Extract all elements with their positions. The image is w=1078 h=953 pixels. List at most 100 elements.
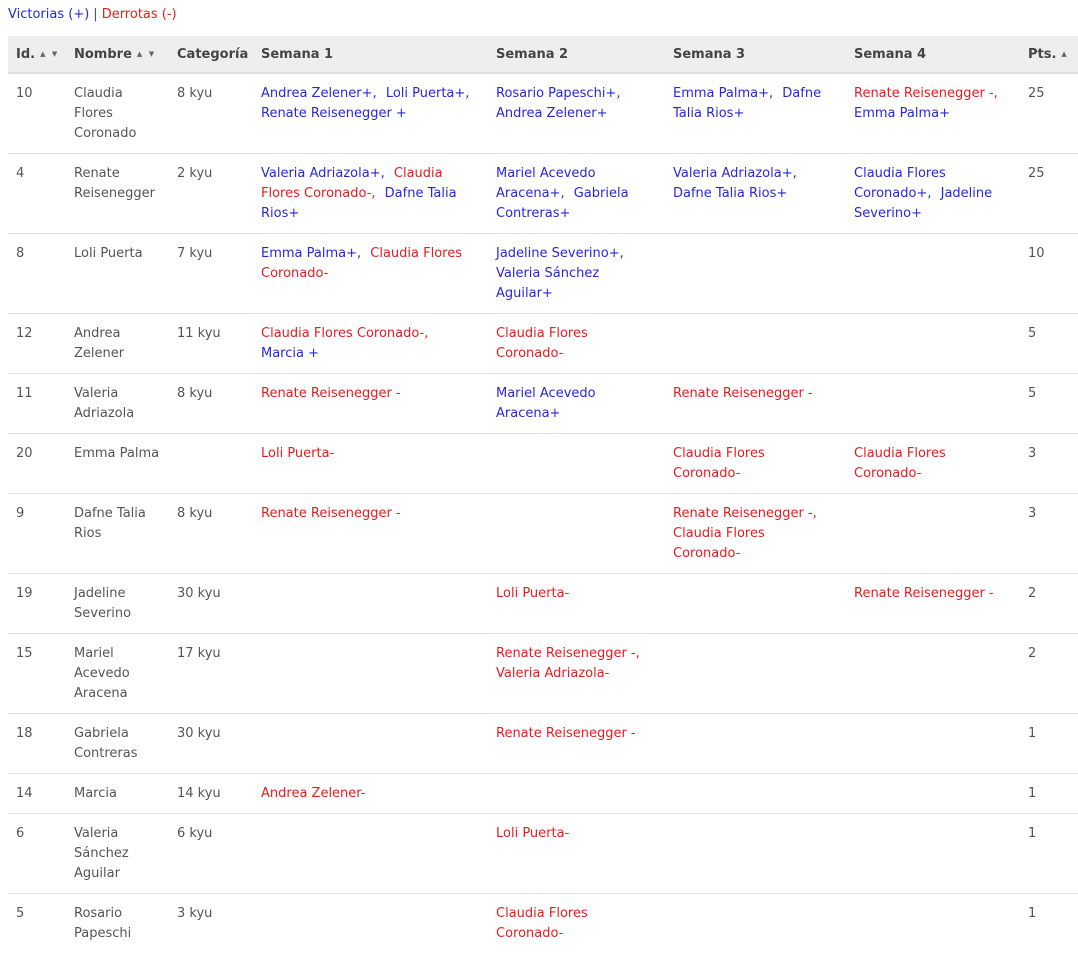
cell-categoria (169, 434, 253, 494)
nombre-value: Valeria Adriazola (74, 386, 134, 421)
column-header-label: Semana 1 (261, 47, 333, 62)
table-row: 20Emma PalmaLoli Puerta- Claudia Flores … (8, 434, 1078, 494)
column-header-label: Semana 3 (673, 47, 745, 62)
cell-nombre: Gabriela Contreras (66, 714, 169, 774)
cell-s1: Andrea Zelener+, Loli Puerta+, Renate Re… (253, 73, 488, 154)
match-loss: Claudia Flores Coronado- (496, 906, 588, 941)
categoria-value: 8 kyu (177, 386, 212, 401)
match-win: Valeria Adriazola+, (673, 166, 797, 181)
cell-categoria: 30 kyu (169, 574, 253, 634)
table-row: 19Jadeline Severino30 kyuLoli Puerta- Re… (8, 574, 1078, 634)
cell-categoria: 3 kyu (169, 894, 253, 953)
match-loss: Renate Reisenegger - (854, 586, 994, 601)
id-value: 15 (16, 646, 33, 661)
cell-s3 (665, 894, 846, 953)
cell-s1: Valeria Adriazola+, Claudia Flores Coron… (253, 154, 488, 234)
column-header-pts[interactable]: Pts.▲ (1020, 36, 1078, 73)
id-value: 10 (16, 86, 33, 101)
sort-arrows-icon[interactable]: ▲ ▼ (40, 50, 59, 58)
cell-s3: Valeria Adriazola+, Dafne Talia Rios+ (665, 154, 846, 234)
match-win: Loli Puerta+, (386, 86, 470, 101)
match-loss: Valeria Adriazola- (496, 666, 609, 681)
pts-value: 10 (1028, 246, 1045, 261)
cell-pts: 2 (1020, 574, 1078, 634)
cell-s1 (253, 894, 488, 953)
cell-s2: Renate Reisenegger -, Valeria Adriazola- (488, 634, 665, 714)
column-header-label: Semana 2 (496, 47, 568, 62)
pts-value: 1 (1028, 786, 1036, 801)
match-loss: Renate Reisenegger - (673, 386, 813, 401)
pts-value: 5 (1028, 386, 1036, 401)
column-header-nombre[interactable]: Nombre▲ ▼ (66, 36, 169, 73)
id-value: 6 (16, 826, 24, 841)
table-row: 8Loli Puerta7 kyuEmma Palma+, Claudia Fl… (8, 234, 1078, 314)
sort-arrows-icon[interactable]: ▲ ▼ (137, 50, 156, 58)
cell-s3: Emma Palma+, Dafne Talia Rios+ (665, 73, 846, 154)
pts-value: 1 (1028, 906, 1036, 921)
cell-s4: Renate Reisenegger - (846, 574, 1020, 634)
id-value: 5 (16, 906, 24, 921)
cell-id: 8 (8, 234, 66, 314)
cell-id: 18 (8, 714, 66, 774)
table-row: 9Dafne Talia Rios8 kyuRenate Reisenegger… (8, 494, 1078, 574)
cell-s1 (253, 814, 488, 894)
match-loss: Renate Reisenegger - (261, 386, 401, 401)
table-row: 5 Rosario Papeschi3 kyu Claudia Flores Cor… (8, 894, 1078, 953)
cell-categoria: 2 kyu (169, 154, 253, 234)
nombre-value: Marcia (74, 786, 117, 801)
cell-s2: Jadeline Severino+, Valeria Sánchez Agui… (488, 234, 665, 314)
match-loss: Claudia Flores Coronado- (673, 526, 765, 561)
match-win: Renate Reisenegger + (261, 106, 407, 121)
cell-pts: 1 (1020, 774, 1078, 814)
cell-nombre: Emma Palma (66, 434, 169, 494)
categoria-value: 14 kyu (177, 786, 221, 801)
cell-s3 (665, 714, 846, 774)
cell-s2: Mariel Acevedo Aracena+ (488, 374, 665, 434)
id-value: 19 (16, 586, 33, 601)
match-loss: Andrea Zelener- (261, 786, 366, 801)
pts-value: 1 (1028, 726, 1036, 741)
column-header-label: Semana 4 (854, 47, 926, 62)
cell-s3 (665, 314, 846, 374)
id-value: 9 (16, 506, 24, 521)
cell-categoria: 6 kyu (169, 814, 253, 894)
sort-arrows-icon[interactable]: ▲ (1061, 50, 1068, 58)
table-row: 12Andrea Zelener11 kyuClaudia Flores Cor… (8, 314, 1078, 374)
id-value: 12 (16, 326, 33, 341)
cell-s2: Claudia Flores Coronado- (488, 894, 665, 953)
match-win: Emma Palma+ (854, 106, 950, 121)
match-win: Marcia + (261, 346, 319, 361)
categoria-value: 6 kyu (177, 826, 212, 841)
nombre-value: Dafne Talia Rios (74, 506, 146, 541)
match-win: Dafne Talia Rios+ (673, 186, 787, 201)
legend-wins: Victorias (+) (8, 7, 89, 22)
cell-s4 (846, 894, 1020, 953)
nombre-value: Gabriela Contreras (74, 726, 138, 761)
cell-s4: Renate Reisenegger -, Emma Palma+ (846, 73, 1020, 154)
cell-pts: 3 (1020, 434, 1078, 494)
match-win: Andrea Zelener+, (261, 86, 377, 101)
cell-s4: Claudia Flores Coronado- (846, 434, 1020, 494)
column-header-id[interactable]: Id.▲ ▼ (8, 36, 66, 73)
cell-categoria: 17 kyu (169, 634, 253, 714)
cell-s3: Renate Reisenegger -, Claudia Flores Cor… (665, 494, 846, 574)
cell-s2 (488, 494, 665, 574)
cell-s2: Rosario Papeschi+, Andrea Zelener+ (488, 73, 665, 154)
pts-value: 1 (1028, 826, 1036, 841)
cell-id: 4 (8, 154, 66, 234)
pts-value: 3 (1028, 506, 1036, 521)
match-loss: Renate Reisenegger -, (496, 646, 640, 661)
cell-pts: 25 (1020, 154, 1078, 234)
cell-pts: 10 (1020, 234, 1078, 314)
match-win: Rosario Papeschi+, (496, 86, 620, 101)
cell-pts: 25 (1020, 73, 1078, 154)
table-row: 11Valeria Adriazola8 kyuRenate Reisenegg… (8, 374, 1078, 434)
cell-pts: 5 (1020, 374, 1078, 434)
table-row: 4Renate Reisenegger2 kyuValeria Adriazol… (8, 154, 1078, 234)
cell-s2: Loli Puerta- (488, 574, 665, 634)
table-row: 15Mariel Acevedo Aracena17 kyuRenate Rei… (8, 634, 1078, 714)
categoria-value: 30 kyu (177, 586, 221, 601)
nombre-value: Valeria Sánchez Aguilar (74, 826, 129, 881)
cell-categoria: 8 kyu (169, 374, 253, 434)
cell-nombre: Rosario Papeschi (66, 894, 169, 953)
